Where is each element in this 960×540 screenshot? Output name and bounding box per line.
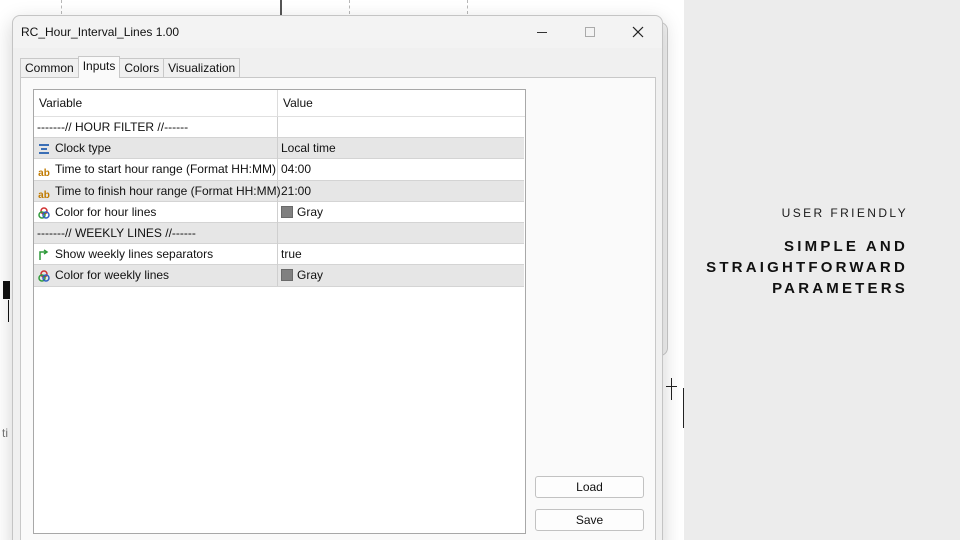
color-swatch [281, 269, 293, 282]
variable-label: Show weekly lines separators [55, 247, 214, 262]
string-icon: ab [38, 189, 50, 201]
value-cell[interactable]: Gray [278, 265, 524, 285]
value-cell[interactable] [278, 223, 524, 243]
inputs-grid: Variable Value -------// HOUR FILTER //-… [33, 89, 526, 534]
candle-wick [8, 300, 9, 322]
enum-icon [37, 143, 51, 157]
color-icon [37, 270, 51, 284]
promo-headline: SIMPLE AND STRAIGHTFORWARD PARAMETERS [706, 236, 908, 299]
variable-cell: Color for hour lines [34, 201, 278, 223]
color-swatch [281, 205, 293, 218]
chart-grid-line [467, 0, 468, 14]
chart-hour-line [280, 0, 282, 16]
tab-common[interactable]: Common [20, 58, 79, 78]
indicator-properties-dialog: RC_Hour_Interval_Lines 1.00 Common Input… [12, 15, 663, 540]
promo-tag: USER FRIENDLY [781, 206, 908, 220]
table-row[interactable]: ab Time to finish hour range (Format HH:M… [34, 180, 524, 202]
grid-rows: -------// HOUR FILTER //------ Clock type… [34, 117, 524, 287]
value-label: 04:00 [281, 162, 312, 177]
promo-headline-line-3: PARAMETERS [772, 280, 908, 297]
variable-label: Clock type [55, 141, 112, 156]
tab-colors[interactable]: Colors [119, 58, 165, 78]
promo-headline-line-1: SIMPLE AND [784, 238, 908, 255]
maximize-button[interactable] [567, 16, 613, 48]
minimize-icon [537, 31, 547, 33]
variable-cell: Clock type [34, 138, 278, 160]
value-label: 21:00 [281, 183, 312, 198]
value-cell[interactable]: Local time [278, 138, 524, 158]
value-label: Gray [297, 204, 324, 219]
variable-label: Time to start hour range (Format HH:MM) [55, 162, 276, 177]
title-bar[interactable]: RC_Hour_Interval_Lines 1.00 [13, 16, 662, 48]
variable-cell: ab Time to finish hour range (Format HH:M… [34, 180, 281, 202]
tab-visualization[interactable]: Visualization [163, 58, 241, 78]
close-icon [632, 26, 644, 38]
value-cell[interactable] [278, 117, 524, 137]
chart-grid-line [349, 0, 350, 14]
table-row[interactable]: Color for hour lines Gray [34, 201, 524, 223]
load-button[interactable]: Load [535, 476, 644, 498]
maximize-icon [585, 27, 595, 37]
bool-icon [37, 249, 51, 263]
chart-partial-text: ti [2, 426, 8, 440]
crosshair-cursor-icon-h [666, 386, 677, 387]
candle-body [3, 281, 10, 299]
tab-inputs[interactable]: Inputs [77, 56, 121, 78]
table-row[interactable]: Show weekly lines separators true [34, 244, 524, 266]
variable-label: Color for weekly lines [55, 268, 170, 283]
value-cell[interactable]: Gray [278, 202, 524, 222]
chart-grid-line [61, 0, 62, 14]
promo-headline-line-2: STRAIGHTFORWARD [706, 259, 908, 276]
column-header-variable[interactable]: Variable [34, 90, 278, 117]
variable-cell: Color for weekly lines [34, 265, 278, 287]
variable-label: Time to finish hour range (Format HH:MM) [55, 183, 281, 198]
value-label: Local time [281, 141, 336, 156]
table-row[interactable]: Color for weekly lines Gray [34, 265, 524, 287]
column-header-value[interactable]: Value [278, 90, 524, 117]
variable-cell: ab Time to start hour range (Format HH:MM… [34, 159, 278, 181]
tab-strip: Common Inputs Colors Visualization [20, 56, 241, 78]
variable-label: -------// HOUR FILTER //------ [37, 120, 189, 134]
table-row[interactable]: Clock type Local time [34, 138, 524, 160]
value-cell[interactable]: 04:00 [278, 159, 524, 179]
value-label: Gray [297, 268, 324, 283]
value-label: true [281, 247, 302, 262]
value-cell[interactable]: 21:00 [278, 181, 524, 201]
table-row[interactable]: -------// HOUR FILTER //------ [34, 117, 524, 139]
variable-label: Color for hour lines [55, 204, 157, 219]
variable-cell: -------// WEEKLY LINES //------ [34, 222, 278, 244]
table-row[interactable]: ab Time to start hour range (Format HH:MM… [34, 159, 524, 181]
value-cell[interactable]: true [278, 244, 524, 264]
close-button[interactable] [615, 16, 661, 48]
minimize-button[interactable] [519, 16, 565, 48]
window-title: RC_Hour_Interval_Lines 1.00 [21, 25, 180, 39]
variable-cell: -------// HOUR FILTER //------ [34, 117, 278, 138]
variable-cell: Show weekly lines separators [34, 244, 278, 266]
crosshair-cursor-icon [671, 378, 672, 400]
color-icon [37, 207, 51, 221]
grid-header: Variable Value [34, 90, 525, 117]
table-row[interactable]: -------// WEEKLY LINES //------ [34, 222, 524, 245]
variable-label: -------// WEEKLY LINES //------ [37, 225, 196, 240]
promo-panel: USER FRIENDLY SIMPLE AND STRAIGHTFORWARD… [684, 0, 960, 540]
save-button[interactable]: Save [535, 509, 644, 531]
string-icon: ab [38, 168, 50, 180]
inputs-tab-page: Variable Value -------// HOUR FILTER //-… [20, 77, 656, 540]
